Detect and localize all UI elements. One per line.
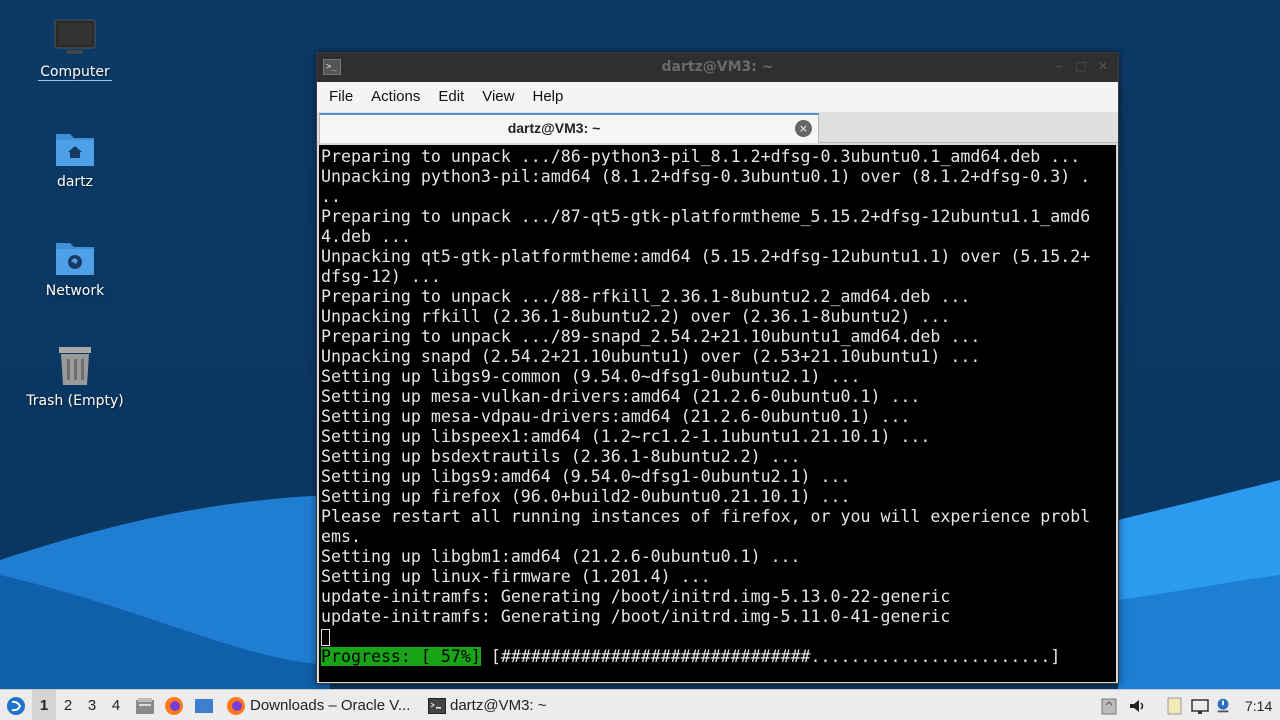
task-firefox-downloads[interactable]: Downloads – Oracle V...	[222, 690, 410, 720]
menu-help[interactable]: Help	[523, 82, 572, 112]
menu-view[interactable]: View	[473, 82, 523, 112]
task-label: Downloads – Oracle V...	[250, 697, 411, 714]
progress-bar-text: [###############################........…	[490, 647, 1061, 666]
terminal-line: Preparing to unpack .../89-snapd_2.54.2+…	[321, 327, 981, 346]
menu-file[interactable]: File	[320, 82, 362, 112]
terminal-line: ..	[321, 187, 341, 206]
update-notifier-icon	[1217, 698, 1229, 712]
desktop-icon-label: dartz	[56, 174, 94, 190]
show-desktop-icon	[195, 698, 213, 713]
start-menu-button[interactable]	[4, 690, 28, 720]
firefox-launcher[interactable]	[163, 690, 185, 720]
terminal-line: Setting up firefox (96.0+build2-0ubuntu0…	[321, 487, 851, 506]
terminal-line: Preparing to unpack .../86-python3-pil_8…	[321, 147, 1081, 166]
file-manager-launcher[interactable]	[134, 690, 156, 720]
workspace-3[interactable]: 3	[80, 690, 104, 720]
terminal-line: Preparing to unpack .../88-rfkill_2.36.1…	[321, 287, 971, 306]
window-title: dartz@VM3: ~	[661, 59, 774, 75]
terminal-icon	[428, 697, 446, 714]
volume-icon	[1130, 699, 1144, 712]
terminal-line: Setting up mesa-vdpau-drivers:amd64 (21.…	[321, 407, 911, 426]
terminal-line: Please restart all running instances of …	[321, 507, 1091, 526]
progress-label: Progress: [ 57%]	[321, 647, 481, 666]
tray-package-button[interactable]	[1099, 690, 1119, 720]
menubar: File Actions Edit View Help	[317, 82, 1118, 112]
tray-updates[interactable]	[1214, 690, 1232, 720]
terminal-window[interactable]: >_ dartz@VM3: ~ – □ ✕ File Actions Edit …	[316, 52, 1119, 684]
tray-notes[interactable]	[1163, 690, 1185, 720]
desktop-launcher[interactable]	[193, 690, 215, 720]
file-manager-icon	[136, 697, 154, 714]
home-folder-icon	[56, 134, 94, 166]
terminal-output[interactable]: Preparing to unpack .../86-python3-pil_8…	[319, 145, 1116, 682]
tab-bar: dartz@VM3: ~ ×	[317, 112, 1118, 143]
terminal-cursor-line	[321, 627, 1116, 647]
terminal-line: Unpacking qt5-gtk-platformtheme:amd64 (5…	[321, 247, 1091, 266]
terminal-line: Unpacking snapd (2.54.2+21.10ubuntu1) ov…	[321, 347, 981, 366]
terminal-line: Unpacking python3-pil:amd64 (8.1.2+dfsg-…	[321, 167, 1091, 186]
tray-volume[interactable]	[1126, 690, 1148, 720]
workspace-2[interactable]: 2	[56, 690, 80, 720]
text-cursor	[321, 629, 330, 646]
lubuntu-logo-icon	[7, 696, 25, 715]
network-icon	[1191, 698, 1209, 714]
task-label: dartz@VM3: ~	[450, 697, 547, 714]
terminal-line: Preparing to unpack .../87-qt5-gtk-platf…	[321, 207, 1091, 226]
network-folder-icon	[56, 243, 94, 275]
terminal-line: Setting up libgbm1:amd64 (21.2.6-0ubuntu…	[321, 547, 801, 566]
window-titlebar[interactable]: >_ dartz@VM3: ~ – □ ✕	[317, 53, 1118, 82]
terminal-line: Setting up libspeex1:amd64 (1.2~rc1.2-1.…	[321, 427, 931, 446]
terminal-line: update-initramfs: Generating /boot/initr…	[321, 607, 951, 626]
terminal-line: Setting up mesa-vulkan-drivers:amd64 (21…	[321, 387, 921, 406]
menu-actions[interactable]: Actions	[362, 82, 429, 112]
clock[interactable]: 7:14	[1245, 690, 1272, 720]
terminal-line: ems.	[321, 527, 361, 546]
terminal-line: dfsg-12) ...	[321, 267, 441, 286]
workspace-1[interactable]: 1	[32, 690, 56, 720]
task-terminal[interactable]: dartz@VM3: ~	[424, 690, 547, 720]
desktop-icon-label: Computer	[38, 64, 112, 81]
trash-icon	[59, 347, 91, 385]
desktop-icon-label: Trash (Empty)	[26, 393, 124, 409]
terminal-tab[interactable]: dartz@VM3: ~ ×	[319, 113, 819, 143]
minimize-icon[interactable]: –	[1052, 59, 1066, 73]
desktop-icon-computer[interactable]: Computer	[15, 18, 135, 81]
terminal-line: Unpacking rfkill (2.36.1-8ubuntu2.2) ove…	[321, 307, 951, 326]
tab-close-icon[interactable]: ×	[795, 120, 812, 137]
maximize-icon[interactable]: □	[1074, 59, 1088, 73]
terminal-line: Setting up libgs9-common (9.54.0~dfsg1-0…	[321, 367, 861, 386]
notes-icon	[1167, 697, 1182, 714]
tab-label: dartz@VM3: ~	[507, 120, 601, 136]
desktop-icon-network[interactable]: Network	[15, 237, 135, 299]
terminal-line: Setting up libgs9:amd64 (9.54.0~dfsg1-0u…	[321, 467, 851, 486]
terminal-line: Setting up bsdextrautils (2.36.1-8ubuntu…	[321, 447, 801, 466]
close-window-icon[interactable]: ✕	[1096, 59, 1110, 73]
terminal-line: Setting up linux-firmware (1.201.4) ...	[321, 567, 711, 586]
menu-edit[interactable]: Edit	[429, 82, 473, 112]
tray-network[interactable]	[1189, 690, 1211, 720]
terminal-lines: Preparing to unpack .../86-python3-pil_8…	[321, 147, 1116, 627]
apt-progress: Progress: [ 57%] [######################…	[321, 647, 1116, 667]
desktop-icon-dartz[interactable]: dartz	[15, 128, 135, 190]
workspace-4[interactable]: 4	[104, 690, 128, 720]
package-icon	[1101, 698, 1117, 714]
firefox-icon	[227, 696, 245, 715]
desktop-icon-label: Network	[45, 283, 105, 299]
taskbar: 1 2 3 4 Downloads – Oracle V... dartz@VM…	[0, 689, 1280, 720]
terminal-line: update-initramfs: Generating /boot/initr…	[321, 587, 951, 606]
desktop-icon-trash[interactable]: Trash (Empty)	[15, 345, 135, 409]
terminal-line: 4.deb ...	[321, 227, 411, 246]
computer-icon	[54, 19, 96, 54]
firefox-icon	[165, 696, 183, 715]
